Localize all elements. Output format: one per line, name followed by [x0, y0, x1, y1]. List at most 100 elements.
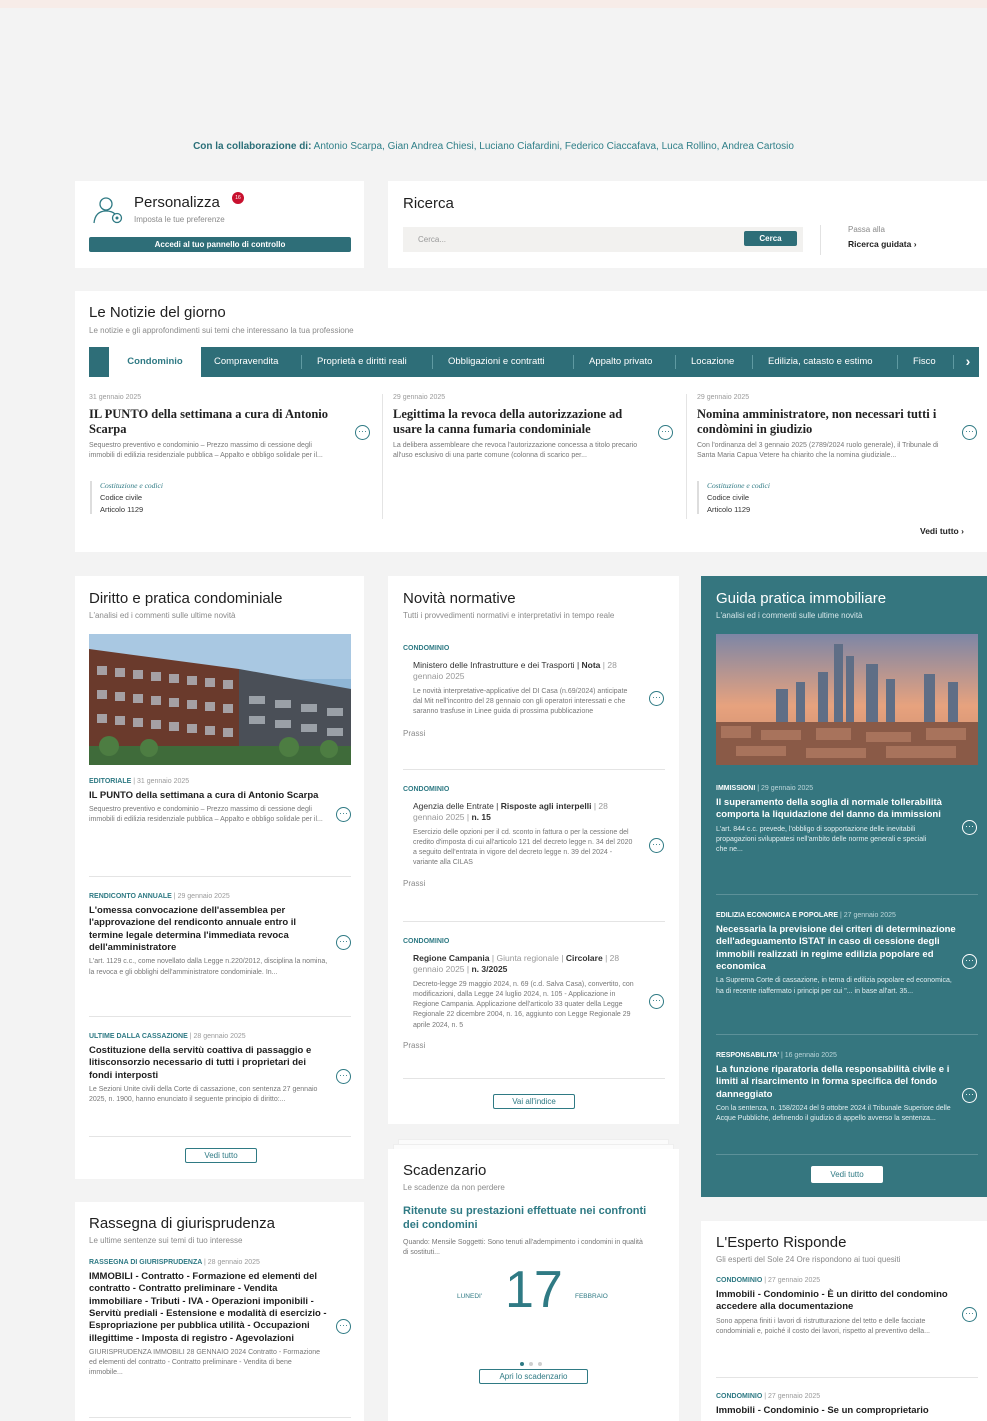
more-options-icon[interactable]: ···	[336, 1319, 351, 1334]
article-date: 31 gennaio 2025	[89, 394, 142, 401]
tab-proprieta[interactable]: Proprietà e diritti reali	[317, 347, 407, 377]
item-label: Prassi	[403, 878, 426, 888]
article-date: 29 gennaio 2025	[393, 394, 446, 401]
item-excerpt: Con la sentenza, n. 158/2024 del 9 ottob…	[716, 1105, 951, 1123]
tab-compravendita[interactable]: Compravendita	[214, 347, 278, 377]
category-label: RENDICONTO ANNUALE	[89, 893, 172, 900]
more-options-icon[interactable]: ···	[962, 820, 977, 835]
list-item[interactable]: EDILIZIA ECONOMICA E POPOLARE | 27 genna…	[716, 912, 956, 997]
news-article[interactable]: 29 gennaio 2025 Nomina amministratore, n…	[697, 394, 977, 461]
article-title[interactable]: Legittima la revoca della autorizzazione…	[393, 407, 648, 437]
search-button[interactable]: Cerca	[744, 231, 797, 246]
tag-link[interactable]: Articolo 1129	[707, 505, 770, 514]
item-divider	[403, 769, 665, 770]
item-source[interactable]: Ministero delle Infrastrutture e dei Tra…	[413, 660, 645, 683]
item-category: ULTIME DALLA CASSAZIONE | 28 gennaio 202…	[89, 1033, 329, 1040]
category-label: ULTIME DALLA CASSAZIONE	[89, 1033, 188, 1040]
tab-locazione[interactable]: Locazione	[691, 347, 734, 377]
list-item[interactable]: CONDOMINIO | 27 gennaio 2025 Immobili - …	[716, 1277, 956, 1337]
tag-link[interactable]: Codice civile	[707, 493, 770, 502]
vai-all-indice-button[interactable]: Vai all'indice	[493, 1094, 575, 1109]
more-options-icon[interactable]: ···	[649, 691, 664, 706]
tab-edilizia[interactable]: Edilizia, catasto e estimo	[768, 347, 873, 377]
news-article[interactable]: 29 gennaio 2025 Legittima la revoca dell…	[393, 394, 683, 461]
more-options-icon[interactable]: ···	[962, 954, 977, 969]
item-divider	[89, 1417, 351, 1418]
carousel-dot[interactable]	[529, 1362, 533, 1366]
item-divider	[716, 894, 978, 895]
more-options-icon[interactable]: ···	[962, 425, 977, 440]
item-source[interactable]: Agenzia delle Entrate | Risposte agli in…	[413, 801, 638, 824]
tab-fisco[interactable]: Fisco	[913, 347, 936, 377]
item-title[interactable]: IMMOBILI - Contratto - Formazione ed ele…	[89, 1271, 329, 1345]
guided-search-link[interactable]: Ricerca guidata ›	[848, 239, 917, 249]
novita-title: Novità normative	[403, 590, 516, 607]
source-name: Ministero delle Infrastrutture e dei Tra…	[413, 660, 575, 670]
guida-vedi-tutto-button[interactable]: Vedi tutto	[811, 1166, 883, 1183]
list-item[interactable]: CONDOMINIO Agenzia delle Entrate | Rispo…	[403, 786, 665, 888]
article-title[interactable]: Nomina amministratore, non necessari tut…	[697, 407, 955, 437]
carousel-dot[interactable]	[538, 1362, 542, 1366]
more-options-icon[interactable]: ···	[649, 994, 664, 1009]
deadline-title[interactable]: Ritenute su prestazioni effettuate nei c…	[403, 1204, 653, 1233]
more-options-icon[interactable]: ···	[649, 838, 664, 853]
tab-separator	[953, 355, 954, 369]
ricerca-title: Ricerca	[403, 195, 454, 212]
item-title[interactable]: Costituzione della servitù coattiva di p…	[89, 1045, 329, 1082]
item-divider	[716, 1034, 978, 1035]
tag-link[interactable]: Articolo 1129	[100, 505, 163, 514]
item-title[interactable]: L'omessa convocazione dell'assemblea per…	[89, 905, 329, 954]
item-excerpt: GIURISPRUDENZA IMMOBILI 28 GENNAIO 2024 …	[89, 1349, 321, 1377]
rassegna-subtitle: Le ultime sentenze sui temi di tuo inter…	[89, 1236, 243, 1245]
carousel-dot-active[interactable]	[520, 1362, 524, 1366]
list-item[interactable]: CONDOMINIO Ministero delle Infrastruttur…	[403, 645, 665, 738]
list-item[interactable]: RASSEGNA DI GIURISPRUDENZA | 28 gennaio …	[89, 1259, 329, 1378]
vedi-tutto-button[interactable]: Vedi tutto	[185, 1148, 257, 1163]
item-title[interactable]: Immobili - Condominio - Se un comproprie…	[716, 1405, 966, 1417]
item-title[interactable]: Il superamento della soglia di normale t…	[716, 797, 956, 822]
personalizza-subtitle: Imposta le tue preferenze	[134, 215, 225, 224]
list-item[interactable]: RESPONSABILITA' | 16 gennaio 2025 La fun…	[716, 1052, 956, 1124]
list-item[interactable]: EDITORIALE | 31 gennaio 2025 IL PUNTO de…	[89, 778, 329, 826]
tag-link[interactable]: Codice civile	[100, 493, 163, 502]
vedi-tutto-link[interactable]: Vedi tutto ›	[920, 526, 964, 536]
more-options-icon[interactable]: ···	[336, 1069, 351, 1084]
list-item[interactable]: CONDOMINIO Regione Campania | Giunta reg…	[403, 938, 665, 1050]
more-options-icon[interactable]: ···	[336, 935, 351, 950]
source-name-2: Giunta regionale	[496, 953, 559, 963]
item-source[interactable]: Regione Campania | Giunta regionale | Ci…	[413, 953, 638, 976]
tab-separator	[752, 355, 753, 369]
item-excerpt: La Suprema Corte di cassazione, in tema …	[716, 977, 952, 995]
item-title[interactable]: La funzione riparatoria della responsabi…	[716, 1064, 956, 1101]
item-date: | 28 gennaio 2025	[204, 1259, 260, 1266]
more-options-icon[interactable]: ···	[355, 425, 370, 440]
article-tag-box: Costituzione e codici Codice civile Arti…	[697, 481, 770, 514]
esperto-title: L'Esperto Risponde	[716, 1234, 847, 1251]
list-item[interactable]: ULTIME DALLA CASSAZIONE | 28 gennaio 202…	[89, 1033, 329, 1105]
more-options-icon[interactable]: ···	[962, 1307, 977, 1322]
control-panel-button[interactable]: Accedi al tuo pannello di controllo	[89, 237, 351, 252]
list-item[interactable]: IMMISSIONI | 29 gennaio 2025 Il superame…	[716, 785, 956, 855]
more-options-icon[interactable]: ···	[962, 1088, 977, 1103]
list-item[interactable]: CONDOMINIO | 27 gennaio 2025 Immobili - …	[716, 1393, 966, 1417]
list-item[interactable]: RENDICONTO ANNUALE | 29 gennaio 2025 L'o…	[89, 893, 329, 978]
item-title[interactable]: Immobili - Condominio - È un diritto del…	[716, 1289, 956, 1314]
tab-separator	[301, 355, 302, 369]
article-title[interactable]: IL PUNTO della settimana a cura di Anton…	[89, 407, 344, 437]
item-title[interactable]: Necessaria la previsione dei criteri di …	[716, 924, 956, 973]
tabs-next-icon[interactable]: ›	[957, 347, 979, 377]
item-title[interactable]: IL PUNTO della settimana a cura di Anton…	[89, 790, 329, 802]
collaboration-label: Con la collaborazione di:	[193, 141, 312, 152]
source-name: Regione Campania	[413, 953, 490, 963]
more-options-icon[interactable]: ···	[658, 425, 673, 440]
more-options-icon[interactable]: ···	[336, 807, 351, 822]
news-article[interactable]: 31 gennaio 2025 IL PUNTO della settimana…	[89, 394, 379, 461]
article-tag-box: Costituzione e codici Codice civile Arti…	[90, 481, 163, 514]
apri-scadenzario-button[interactable]: Apri lo scadenzario	[479, 1369, 588, 1384]
source-name: Agenzia delle Entrate	[413, 801, 494, 811]
tab-obbligazioni[interactable]: Obbligazioni e contratti	[448, 347, 545, 377]
tab-condominio[interactable]: Condominio	[109, 347, 201, 377]
item-divider	[403, 1078, 665, 1079]
search-input[interactable]: Cerca... Cerca	[403, 227, 803, 252]
tab-appalto-privato[interactable]: Appalto privato	[589, 347, 652, 377]
